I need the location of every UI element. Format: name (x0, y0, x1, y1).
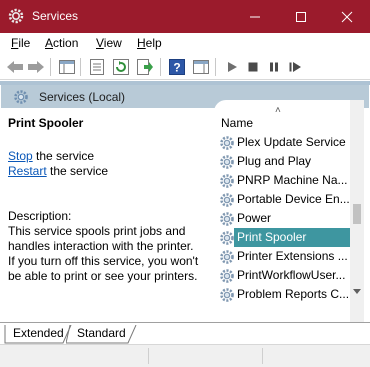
description-line: This service spools print jobs and (8, 224, 186, 238)
column-header-label: Name (221, 116, 254, 130)
refresh-icon[interactable] (112, 58, 130, 76)
tab-extended[interactable]: Extended (3, 325, 72, 344)
services-window: Services File Action View Help ? Service… (0, 0, 370, 367)
sort-ascending-icon: ˄ (275, 105, 281, 116)
list-item[interactable]: Plex Update Service (214, 133, 350, 152)
description-label: Description: (8, 209, 72, 223)
menu-action[interactable]: Action (45, 36, 78, 50)
stop-action: Stop the service (8, 149, 94, 163)
restart-service-link[interactable]: Restart (8, 164, 47, 178)
view-tabs: Extended Standard (0, 322, 370, 345)
service-details-pane: Print Spooler Stop the service Restart t… (2, 108, 214, 322)
panel-title: Services (Local) (39, 90, 126, 104)
scroll-down-arrow-icon[interactable] (350, 286, 364, 298)
maximize-button[interactable] (278, 0, 324, 33)
menu-bar: File Action View Help (0, 33, 370, 53)
service-gear-icon (219, 230, 235, 246)
restart-action-text: the service (46, 164, 109, 178)
toolbar-separator (160, 58, 161, 76)
service-name: Printer Extensions ... (237, 249, 348, 263)
service-gear-icon (219, 287, 235, 303)
service-gear-icon (219, 211, 235, 227)
toolbar-separator (80, 58, 81, 76)
export-list-icon[interactable] (136, 58, 154, 76)
service-name: Portable Device En... (237, 192, 350, 206)
stop-service-link[interactable]: Stop (8, 149, 33, 163)
restart-action: Restart the service (8, 164, 108, 178)
status-divider (148, 348, 149, 364)
svg-text:?: ? (173, 61, 180, 75)
stop-action-text: the service (32, 149, 95, 163)
list-item[interactable]: PNRP Machine Na... (214, 171, 350, 190)
services-gear-icon (13, 89, 29, 105)
services-gear-icon (8, 8, 24, 24)
status-divider (262, 348, 263, 364)
console-tree-icon[interactable] (58, 58, 76, 76)
close-button[interactable] (324, 0, 370, 33)
stop-service-icon[interactable] (244, 58, 262, 76)
list-item[interactable]: Power (214, 209, 350, 228)
tab-standard-label: Standard (77, 326, 126, 340)
start-service-icon[interactable] (223, 58, 241, 76)
restart-service-icon[interactable] (286, 58, 304, 76)
service-name: Problem Reports C... (237, 287, 350, 301)
services-list: Plex Update Service Plug and Play PNRP Mac… (214, 133, 350, 304)
service-name: PNRP Machine Na... (237, 173, 348, 187)
column-header-name[interactable]: ˄ Name (214, 105, 350, 132)
properties-icon[interactable] (88, 58, 106, 76)
list-item[interactable]: Printer Extensions ... (214, 247, 350, 266)
toolbar-separator (215, 58, 216, 76)
service-name: Print Spooler (237, 230, 307, 244)
service-gear-icon (219, 135, 235, 151)
list-item[interactable]: Plug and Play (214, 152, 350, 171)
help-icon[interactable]: ? (168, 58, 186, 76)
tab-standard[interactable]: Standard (66, 325, 138, 344)
window-title: Services (32, 9, 79, 23)
toolbar: ? (0, 54, 370, 80)
list-item[interactable]: Portable Device En... (214, 190, 350, 209)
toolbar-separator (50, 58, 51, 76)
menu-help[interactable]: Help (137, 36, 162, 50)
scrollbar-thumb[interactable] (353, 204, 361, 224)
service-name: Plug and Play (237, 154, 312, 168)
service-name-heading: Print Spooler (8, 116, 84, 130)
show-hide-pane-icon[interactable] (192, 58, 210, 76)
description-line: If you turn off this service, you won't (8, 254, 199, 268)
service-gear-icon (219, 268, 235, 284)
description-line: be able to print or see your printers. (8, 269, 198, 283)
service-name: PrintWorkflowUser... (237, 268, 346, 282)
vertical-scrollbar[interactable] (350, 100, 364, 322)
service-name: Plex Update Service (237, 135, 346, 149)
back-arrow-icon[interactable] (6, 58, 24, 76)
service-name: Power (237, 211, 272, 225)
services-list-pane: ˄ Name Plex Update Service Plug and Play P… (214, 100, 364, 322)
service-gear-icon (219, 249, 235, 265)
list-item[interactable]: Print Spooler (214, 228, 350, 247)
menu-file[interactable]: File (11, 36, 30, 50)
description-line: handles interaction with the printer. (8, 239, 194, 253)
service-description: This service spools print jobs and handl… (8, 224, 212, 284)
tab-extended-label: Extended (13, 326, 64, 340)
service-gear-icon (219, 192, 235, 208)
forward-arrow-icon[interactable] (27, 58, 45, 76)
menu-view[interactable]: View (96, 36, 122, 50)
title-bar: Services (0, 0, 370, 33)
minimize-button[interactable] (232, 0, 278, 33)
status-bar (0, 344, 370, 367)
service-gear-icon (219, 154, 235, 170)
service-gear-icon (219, 173, 235, 189)
list-item[interactable]: Problem Reports C... (214, 285, 350, 304)
list-item[interactable]: PrintWorkflowUser... (214, 266, 350, 285)
pause-service-icon[interactable] (265, 58, 283, 76)
